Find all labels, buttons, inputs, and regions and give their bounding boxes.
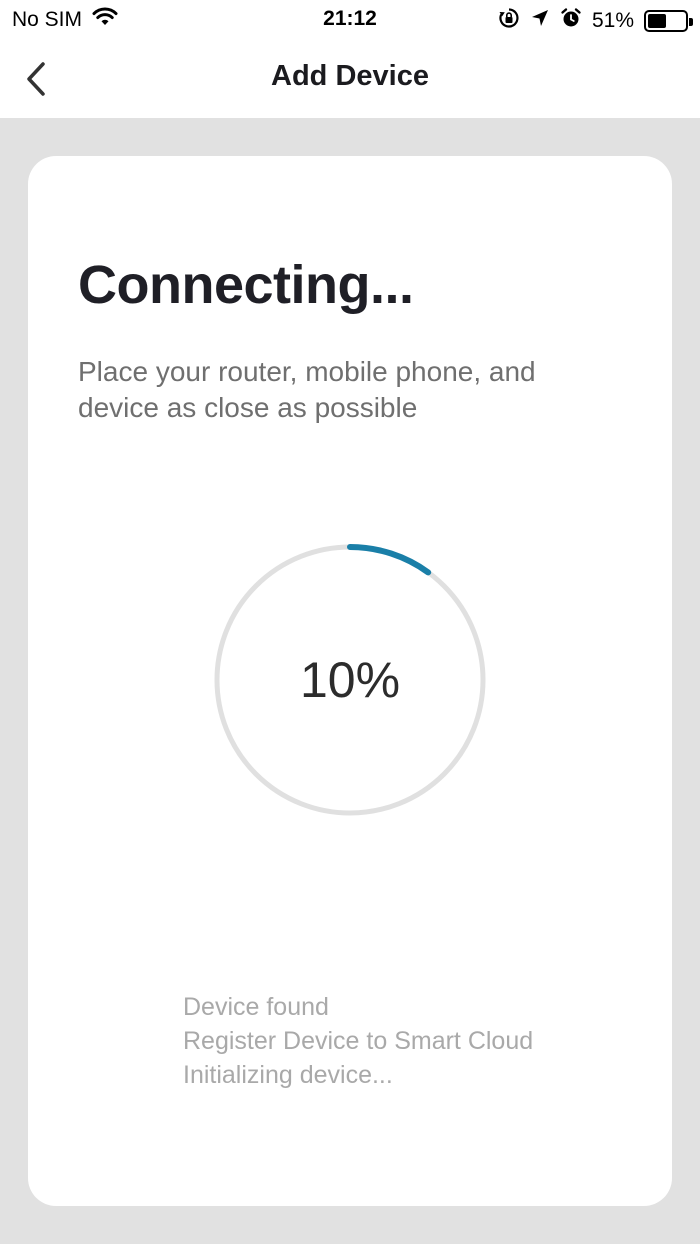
battery-icon: [644, 10, 693, 32]
connection-steps: Device found Register Device to Smart Cl…: [183, 990, 533, 1092]
page-title: Add Device: [271, 60, 429, 92]
status-bar: No SIM 21:12 51%: [0, 0, 700, 40]
navigation-bar: Add Device: [0, 40, 700, 118]
step-initializing: Initializing device...: [183, 1061, 393, 1089]
progress-percent: 10%: [299, 652, 401, 708]
placement-hint: Place your router, mobile phone, and dev…: [78, 356, 536, 423]
battery-fill: [648, 14, 666, 28]
screen: No SIM 21:12 51% Add Device Connecting..…: [0, 0, 700, 1244]
connecting-card: Connecting... Place your router, mobile …: [28, 156, 672, 1206]
connecting-heading: Connecting...: [78, 255, 414, 315]
alarm-icon: [560, 7, 582, 35]
step-device-found: Device found: [183, 993, 329, 1021]
battery-percent: 51%: [591, 9, 634, 32]
orientation-lock-icon: [498, 7, 520, 35]
battery-tip: [689, 18, 693, 26]
status-right: 51%: [498, 7, 693, 35]
location-arrow-icon: [530, 8, 550, 34]
step-register-cloud: Register Device to Smart Cloud: [183, 1027, 534, 1055]
